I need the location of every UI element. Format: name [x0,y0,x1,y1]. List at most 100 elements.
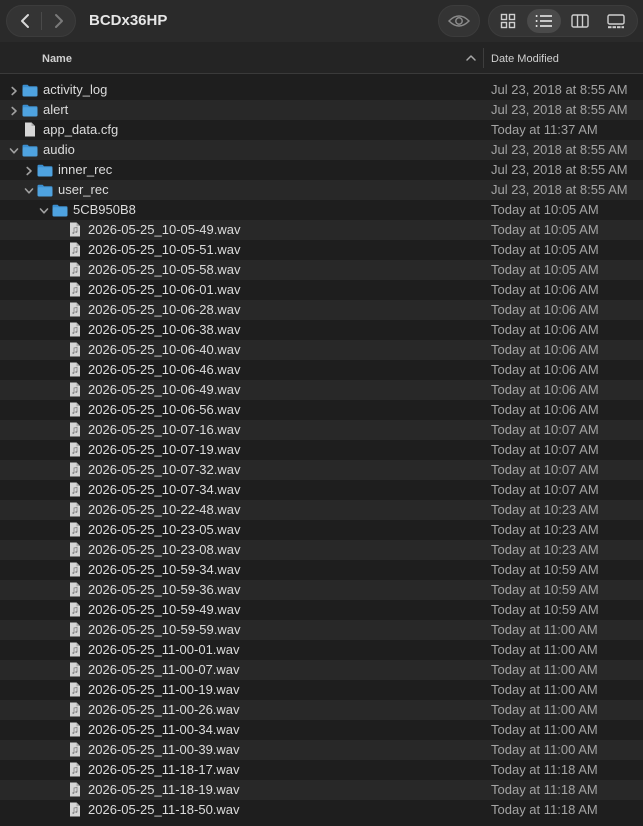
file-name: 2026-05-25_10-22-48.wav [88,502,241,517]
file-list-row[interactable]: 2026-05-25_10-05-49.wav Today at 10:05 AM [0,220,643,240]
forward-button[interactable] [42,6,76,36]
audio-file-icon [69,602,81,622]
file-list-row[interactable]: 2026-05-25_11-00-19.wav Today at 11:00 AM [0,680,643,700]
file-list-row[interactable]: inner_rec Jul 23, 2018 at 8:55 AM [0,160,643,180]
date-modified: Today at 10:07 AM [491,462,599,477]
quick-look-button[interactable] [438,5,480,37]
date-modified: Today at 11:00 AM [491,622,598,637]
file-list-row[interactable]: 2026-05-25_10-59-59.wav Today at 11:00 AM [0,620,643,640]
file-name: 2026-05-25_10-05-49.wav [88,222,241,237]
disclosure-collapsed-button[interactable] [8,104,20,116]
file-name: 2026-05-25_10-06-01.wav [88,282,241,297]
file-list-row[interactable]: 2026-05-25_10-06-40.wav Today at 10:06 AM [0,340,643,360]
file-list-row[interactable]: 2026-05-25_10-23-05.wav Today at 10:23 AM [0,520,643,540]
audio-file-icon [69,762,81,782]
audio-file-icon [69,662,81,682]
view-columns-button[interactable] [563,9,597,33]
grid-icon [500,13,516,29]
file-list-row[interactable]: 2026-05-25_10-06-28.wav Today at 10:06 AM [0,300,643,320]
disclosure-expanded-button[interactable] [8,144,20,156]
file-list-row[interactable]: audio Jul 23, 2018 at 8:55 AM [0,140,643,160]
file-list-row[interactable]: 2026-05-25_11-18-17.wav Today at 11:18 AM [0,760,643,780]
window-title: BCDx36HP [89,12,168,29]
date-modified-column-header[interactable]: Date Modified [491,53,559,65]
file-list-row[interactable]: 5CB950B8 Today at 10:05 AM [0,200,643,220]
file-name: 2026-05-25_10-07-32.wav [88,462,241,477]
back-button[interactable] [8,6,42,36]
file-list-row[interactable]: 2026-05-25_11-00-39.wav Today at 11:00 AM [0,740,643,760]
file-list-row[interactable]: 2026-05-25_10-59-34.wav Today at 10:59 AM [0,560,643,580]
disclosure-collapsed-button[interactable] [8,84,20,96]
file-list-row[interactable]: 2026-05-25_10-22-48.wav Today at 10:23 AM [0,500,643,520]
file-list-row[interactable]: 2026-05-25_10-07-32.wav Today at 10:07 AM [0,460,643,480]
disclosure-expanded-button[interactable] [23,184,35,196]
file-list-row[interactable]: 2026-05-25_10-06-38.wav Today at 10:06 AM [0,320,643,340]
list-icon [535,15,552,27]
file-list-row[interactable]: 2026-05-25_11-00-07.wav Today at 11:00 AM [0,660,643,680]
view-icons-button[interactable] [491,9,525,33]
file-list-row[interactable]: 2026-05-25_10-59-36.wav Today at 10:59 AM [0,580,643,600]
file-name: 2026-05-25_10-05-58.wav [88,262,241,277]
file-list-row[interactable]: 2026-05-25_10-23-08.wav Today at 10:23 AM [0,540,643,560]
file-list-row[interactable]: activity_log Jul 23, 2018 at 8:55 AM [0,80,643,100]
file-list-row[interactable]: 2026-05-25_11-18-50.wav Today at 11:18 AM [0,800,643,820]
file-list-row[interactable]: 2026-05-25_10-06-49.wav Today at 10:06 AM [0,380,643,400]
file-list-row[interactable]: 2026-05-25_11-00-01.wav Today at 11:00 AM [0,640,643,660]
navigation-buttons [6,5,76,37]
date-modified: Jul 23, 2018 at 8:55 AM [491,162,628,177]
file-name: 2026-05-25_10-05-51.wav [88,242,241,257]
file-list-row[interactable]: 2026-05-25_10-59-49.wav Today at 10:59 AM [0,600,643,620]
date-modified: Today at 10:05 AM [491,222,599,237]
date-modified: Today at 10:59 AM [491,582,599,597]
file-name: 2026-05-25_10-23-08.wav [88,542,241,557]
file-list-row[interactable]: 2026-05-25_10-07-19.wav Today at 10:07 AM [0,440,643,460]
audio-file-icon [69,302,81,322]
file-name: audio [43,142,75,157]
file-list-row[interactable]: 2026-05-25_10-07-34.wav Today at 10:07 AM [0,480,643,500]
audio-file-icon [69,642,81,662]
file-name: 2026-05-25_10-59-36.wav [88,582,241,597]
audio-file-icon [69,402,81,422]
file-name: 2026-05-25_11-00-34.wav [88,722,240,737]
file-list-row[interactable]: user_rec Jul 23, 2018 at 8:55 AM [0,180,643,200]
audio-file-icon [69,562,81,582]
disclosure-collapsed-button[interactable] [23,164,35,176]
disclosure-expanded-button[interactable] [38,204,50,216]
audio-file-icon [69,522,81,542]
file-list-row[interactable]: 2026-05-25_10-06-46.wav Today at 10:06 AM [0,360,643,380]
audio-file-icon [69,802,81,822]
audio-file-icon [69,382,81,402]
audio-file-icon [69,622,81,642]
date-modified: Today at 11:37 AM [491,122,598,137]
view-list-button[interactable] [527,9,561,33]
file-name: 2026-05-25_11-00-39.wav [88,742,240,757]
file-list-row[interactable]: 2026-05-25_10-06-56.wav Today at 10:06 AM [0,400,643,420]
name-column-header[interactable]: Name [42,53,72,65]
file-list-row[interactable]: 2026-05-25_11-18-19.wav Today at 11:18 AM [0,780,643,800]
file-name: user_rec [58,182,109,197]
chevron-up-icon[interactable] [465,52,477,64]
date-modified: Jul 23, 2018 at 8:55 AM [491,182,628,197]
file-list-row[interactable]: alert Jul 23, 2018 at 8:55 AM [0,100,643,120]
column-divider[interactable] [483,48,484,68]
file-name: 2026-05-25_11-18-50.wav [88,802,240,817]
file-name: 2026-05-25_10-07-16.wav [88,422,241,437]
date-modified: Jul 23, 2018 at 8:55 AM [491,82,628,97]
date-modified: Today at 10:05 AM [491,242,599,257]
file-name: 2026-05-25_10-06-28.wav [88,302,241,317]
date-modified: Jul 23, 2018 at 8:55 AM [491,142,628,157]
view-gallery-button[interactable] [599,9,633,33]
file-list-row[interactable]: 2026-05-25_10-05-58.wav Today at 10:05 AM [0,260,643,280]
file-list-row[interactable]: 2026-05-25_10-07-16.wav Today at 10:07 AM [0,420,643,440]
audio-file-icon [69,362,81,382]
file-list-row[interactable]: 2026-05-25_10-06-01.wav Today at 10:06 AM [0,280,643,300]
file-list-row[interactable]: app_data.cfg Today at 11:37 AM [0,120,643,140]
date-modified: Today at 10:06 AM [491,362,599,377]
file-name: 2026-05-25_10-59-34.wav [88,562,241,577]
file-list-row[interactable]: 2026-05-25_11-00-34.wav Today at 11:00 AM [0,720,643,740]
file-list-row[interactable]: 2026-05-25_10-05-51.wav Today at 10:05 AM [0,240,643,260]
date-modified: Today at 11:00 AM [491,682,598,697]
chevron-down-icon [24,188,34,194]
audio-file-icon [69,322,81,342]
file-list-row[interactable]: 2026-05-25_11-00-26.wav Today at 11:00 AM [0,700,643,720]
